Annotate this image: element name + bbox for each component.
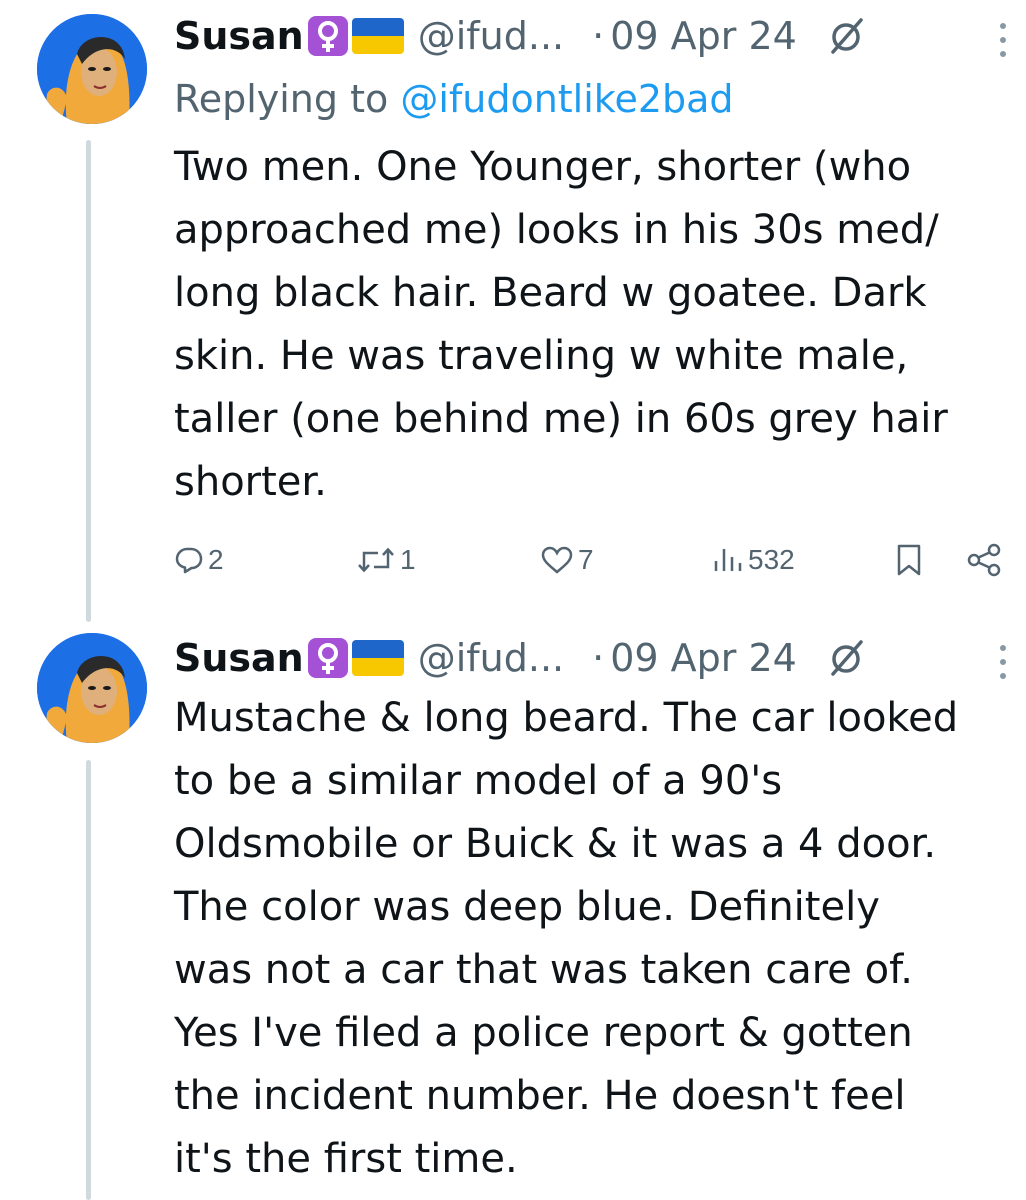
bookmark-button[interactable] [894, 535, 924, 585]
tweet-text: Mustache & long beard. The car looked to… [174, 695, 959, 1182]
tweet-header: Susan @ifud... · 09 Apr 24 [174, 634, 867, 682]
thread-line-1 [86, 140, 91, 622]
reply-count: 2 [208, 544, 224, 575]
avatar[interactable] [37, 14, 147, 124]
share-icon [967, 543, 1001, 577]
retweet-count: 1 [400, 544, 416, 575]
female-sign-icon [307, 16, 348, 56]
grok-icon[interactable] [827, 638, 867, 678]
thread-line-2 [86, 760, 91, 1200]
like-count: 7 [578, 544, 594, 575]
author-handle[interactable]: @ifud... [418, 12, 564, 60]
grok-icon[interactable] [827, 16, 867, 56]
more-vertical-icon[interactable] [998, 642, 1008, 682]
replying-to: Replying to @ifudontlike2bad [174, 75, 734, 123]
tweet-actions: 2 1 7 532 [174, 535, 1014, 585]
avatar-image [37, 633, 147, 743]
share-button[interactable] [966, 535, 1002, 585]
more-vertical-icon[interactable] [998, 20, 1008, 60]
author-handle[interactable]: @ifud... [418, 634, 564, 682]
author-name[interactable]: Susan [174, 634, 304, 682]
retweet-button[interactable]: 1 [356, 535, 416, 585]
ukraine-flag-icon [351, 18, 404, 54]
views-count: 532 [748, 544, 795, 575]
female-sign-icon [307, 638, 348, 678]
avatar-image [37, 14, 147, 124]
heart-icon [541, 546, 573, 574]
replying-to-handle[interactable]: @ifudontlike2bad [400, 77, 733, 121]
tweet-text: Two men. One Younger, shorter (who appro… [174, 144, 948, 505]
avatar[interactable] [37, 633, 147, 743]
tweet-header: Susan @ifud... · 09 Apr 24 [174, 12, 867, 60]
tweet-date[interactable]: 09 Apr 24 [610, 634, 797, 682]
tweet-date[interactable]: 09 Apr 24 [610, 12, 797, 60]
like-button[interactable]: 7 [540, 535, 594, 585]
retweet-icon [358, 547, 394, 573]
reply-button[interactable]: 2 [174, 535, 224, 585]
replying-to-label: Replying to [174, 77, 401, 121]
bookmark-icon [897, 544, 921, 576]
reply-icon [175, 547, 203, 574]
ukraine-flag-icon [351, 640, 404, 676]
views-bar-icon [714, 549, 742, 571]
views-button[interactable]: 532 [712, 535, 795, 585]
separator-dot: · [592, 14, 605, 58]
author-name[interactable]: Susan [174, 12, 304, 60]
separator-dot: · [592, 636, 605, 680]
